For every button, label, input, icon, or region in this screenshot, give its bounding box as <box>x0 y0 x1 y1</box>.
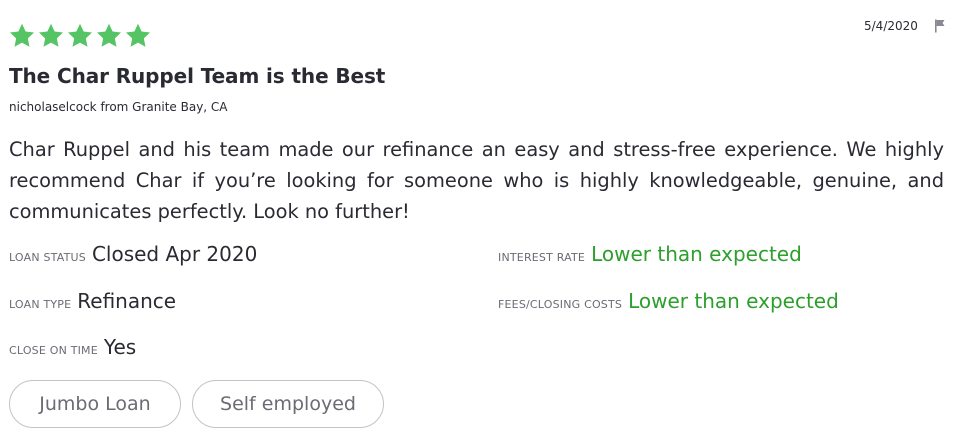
star-icon <box>95 22 123 50</box>
detail-label: CLOSE ON TIME <box>9 344 98 357</box>
tag-self-employed[interactable]: Self employed <box>192 380 384 428</box>
star-icon <box>66 22 94 50</box>
detail-value: Lower than expected <box>591 242 802 266</box>
star-rating <box>8 22 152 50</box>
detail-value: Closed Apr 2020 <box>91 242 258 266</box>
star-icon <box>8 22 36 50</box>
detail-label: LOAN STATUS <box>9 251 86 264</box>
detail-value: Lower than expected <box>628 289 839 313</box>
star-icon <box>124 22 152 50</box>
tag-jumbo-loan[interactable]: Jumbo Loan <box>9 380 181 428</box>
detail-loan-type: LOAN TYPE Refinance <box>9 289 176 313</box>
detail-value: Refinance <box>77 289 177 313</box>
detail-fees-closing-costs: FEES/CLOSING COSTS Lower than expected <box>498 289 839 313</box>
review-card: 5/4/2020 The Char Ruppel Team is the Bes… <box>0 0 971 432</box>
detail-interest-rate: INTEREST RATE Lower than expected <box>498 242 802 266</box>
detail-close-on-time: CLOSE ON TIME Yes <box>9 335 136 359</box>
star-icon <box>37 22 65 50</box>
detail-label: INTEREST RATE <box>498 251 586 264</box>
review-body: Char Ruppel and his team made our refina… <box>9 138 944 223</box>
reviewer-byline: nicholaselcock from Granite Bay, CA <box>9 100 228 114</box>
detail-label: LOAN TYPE <box>9 298 72 311</box>
review-date: 5/4/2020 <box>864 19 918 33</box>
review-title: The Char Ruppel Team is the Best <box>9 64 386 88</box>
detail-label: FEES/CLOSING COSTS <box>498 298 623 311</box>
detail-loan-status: LOAN STATUS Closed Apr 2020 <box>9 242 257 266</box>
detail-value: Yes <box>103 335 137 359</box>
flag-icon[interactable] <box>934 19 946 33</box>
